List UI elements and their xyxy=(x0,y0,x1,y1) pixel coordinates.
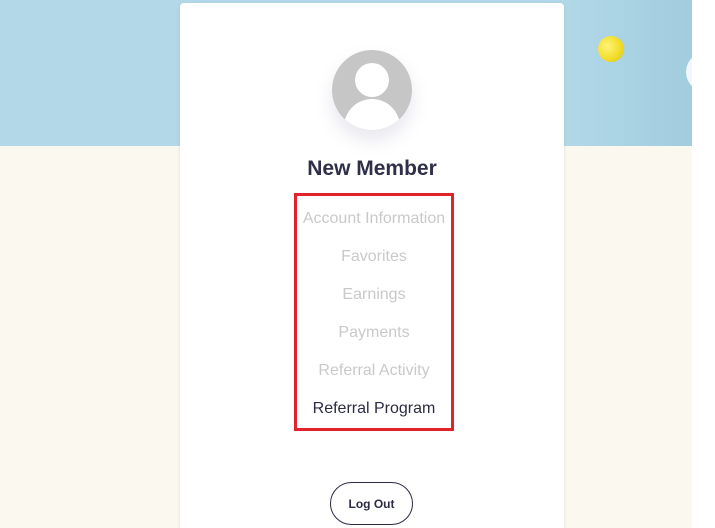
avatar-head xyxy=(355,63,389,97)
account-menu: Account Information Favorites Earnings P… xyxy=(294,207,454,435)
menu-item-favorites[interactable]: Favorites xyxy=(294,245,454,283)
right-edge-panel xyxy=(692,0,715,528)
menu-item-payments[interactable]: Payments xyxy=(294,321,454,359)
avatar-body xyxy=(344,99,400,130)
logout-button[interactable]: Log Out xyxy=(330,482,413,525)
banner-shade xyxy=(552,0,692,146)
menu-item-account-information[interactable]: Account Information xyxy=(294,207,454,245)
user-avatar-icon xyxy=(332,50,412,130)
menu-item-referral-program[interactable]: Referral Program xyxy=(294,397,454,435)
menu-item-referral-activity[interactable]: Referral Activity xyxy=(294,359,454,397)
menu-item-earnings[interactable]: Earnings xyxy=(294,283,454,321)
member-name: New Member xyxy=(307,157,437,180)
profile-card: New Member Account Information Favorites… xyxy=(180,3,564,528)
